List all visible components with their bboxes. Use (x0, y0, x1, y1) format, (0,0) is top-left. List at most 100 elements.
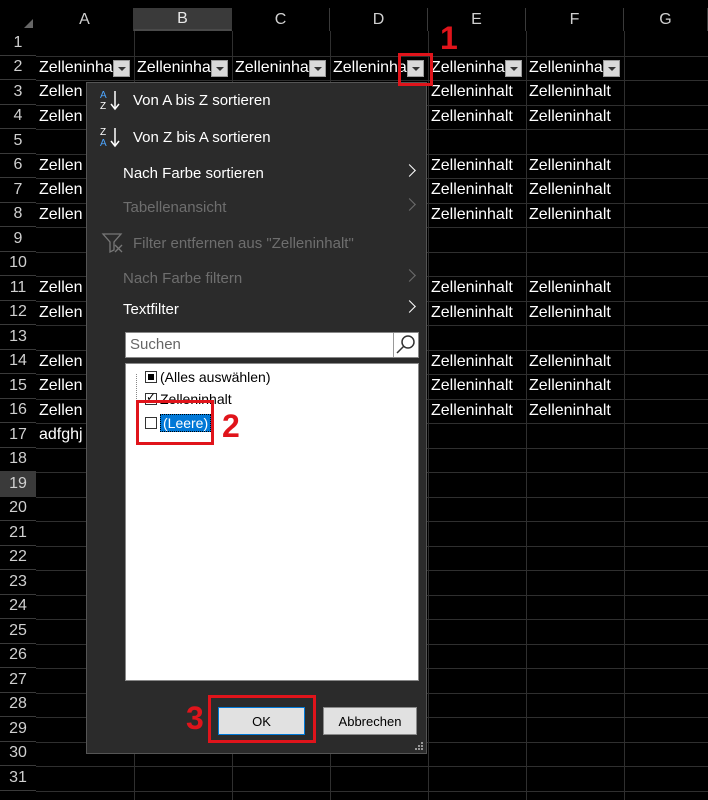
row-header-17[interactable]: 17 (0, 423, 36, 448)
cell-a7[interactable]: Zellen (36, 178, 86, 202)
cell-a6[interactable]: Zellen (36, 154, 86, 178)
column-header-g[interactable]: G (624, 8, 708, 31)
cell-f16[interactable]: Zelleninhalt (526, 399, 624, 423)
menu-sort-za-label: Von Z bis A sortieren (133, 128, 271, 146)
header-cell-d[interactable]: Zelleninhalt (330, 56, 408, 80)
row-header-6[interactable]: 6 (0, 154, 36, 178)
column-header-b[interactable]: B (134, 8, 232, 31)
row-header-8[interactable]: 8 (0, 203, 36, 227)
cancel-button[interactable]: Abbrechen (323, 707, 417, 735)
row-header-9[interactable]: 9 (0, 227, 36, 252)
list-item-select-all[interactable]: (Alles auswählen) (145, 366, 271, 388)
column-header-c[interactable]: C (232, 8, 330, 31)
row-header-2[interactable]: 2 (0, 56, 36, 80)
cell-a11[interactable]: Zellen (36, 276, 86, 300)
cell-a4[interactable]: Zellen (36, 105, 86, 129)
row-header-30[interactable]: 30 (0, 742, 36, 766)
menu-table-view: Tabellenansicht (87, 190, 426, 224)
row-header-24[interactable]: 24 (0, 595, 36, 619)
cell-a3[interactable]: Zellen (36, 80, 86, 104)
search-icon[interactable] (393, 333, 418, 357)
menu-sort-az[interactable]: A Z Von A bis Z sortieren (87, 83, 426, 117)
cell-a16[interactable]: Zellen (36, 399, 86, 423)
row-header-27[interactable]: 27 (0, 668, 36, 693)
header-cell-a[interactable]: Zelleninhalt (36, 56, 114, 80)
menu-text-filter[interactable]: Textfilter (87, 292, 426, 326)
annotation-box-3 (208, 695, 316, 743)
menu-filter-by-color: Nach Farbe filtern (87, 261, 426, 295)
header-cell-b[interactable]: Zelleninhalt (134, 56, 212, 80)
sort-az-icon: A Z (100, 90, 120, 112)
filter-dropdown-button-b[interactable] (211, 59, 228, 77)
cell-f8[interactable]: Zelleninhalt (526, 203, 624, 227)
filter-dropdown-button-e[interactable] (505, 59, 522, 77)
filter-dropdown-button-c[interactable] (309, 59, 326, 77)
row-header-11[interactable]: 11 (0, 276, 36, 301)
select-all-corner[interactable] (0, 8, 37, 31)
cell-f4[interactable]: Zelleninhalt (526, 105, 624, 129)
row-header-21[interactable]: 21 (0, 521, 36, 546)
cell-e6[interactable]: Zelleninhalt (428, 154, 526, 178)
row-header-22[interactable]: 22 (0, 546, 36, 570)
cell-e14[interactable]: Zelleninhalt (428, 350, 526, 374)
row-header-18[interactable]: 18 (0, 448, 36, 472)
cell-e7[interactable]: Zelleninhalt (428, 178, 526, 202)
row-header-29[interactable]: 29 (0, 717, 36, 742)
svg-text:A: A (100, 90, 107, 101)
row-header-13[interactable]: 13 (0, 325, 36, 350)
cell-a8[interactable]: Zellen (36, 203, 86, 227)
column-header-a[interactable]: A (36, 8, 134, 31)
grid-line (36, 790, 708, 792)
cell-a12[interactable]: Zellen (36, 301, 86, 325)
row-header-10[interactable]: 10 (0, 252, 36, 276)
column-header-d[interactable]: D (330, 8, 428, 31)
cell-e4[interactable]: Zelleninhalt (428, 105, 526, 129)
cell-f15[interactable]: Zelleninhalt (526, 374, 624, 398)
header-cell-e[interactable]: Zelleninhalt (428, 56, 506, 80)
cell-a14[interactable]: Zellen (36, 350, 86, 374)
column-header-f[interactable]: F (526, 8, 624, 31)
row-header-4[interactable]: 4 (0, 105, 36, 129)
row-header-15[interactable]: 15 (0, 374, 36, 399)
row-header-16[interactable]: 16 (0, 399, 36, 423)
cell-f14[interactable]: Zelleninhalt (526, 350, 624, 374)
resize-grip-icon[interactable] (414, 741, 424, 751)
cell-e11[interactable]: Zelleninhalt (428, 276, 526, 300)
cell-a15[interactable]: Zellen (36, 374, 86, 398)
row-header-23[interactable]: 23 (0, 570, 36, 595)
cell-f11[interactable]: Zelleninhalt (526, 276, 624, 300)
cell-f3[interactable]: Zelleninhalt (526, 80, 624, 104)
row-header-25[interactable]: 25 (0, 619, 36, 644)
row-header-26[interactable]: 26 (0, 644, 36, 668)
row-header-1[interactable]: 1 (0, 31, 36, 56)
row-header-3[interactable]: 3 (0, 80, 36, 105)
cell-f7[interactable]: Zelleninhalt (526, 178, 624, 202)
row-header-19[interactable]: 19 (0, 472, 36, 497)
cell-e12[interactable]: Zelleninhalt (428, 301, 526, 325)
filter-dropdown-button-f[interactable] (603, 59, 620, 77)
header-cell-c[interactable]: Zelleninhalt (232, 56, 310, 80)
menu-sort-by-color[interactable]: Nach Farbe sortieren (87, 156, 426, 190)
cell-a17[interactable]: adfghj (36, 423, 86, 447)
header-cell-f[interactable]: Zelleninhalt (526, 56, 604, 80)
row-header-12[interactable]: 12 (0, 301, 36, 325)
row-header-7[interactable]: 7 (0, 178, 36, 203)
menu-clear-filter: Filter entfernen aus "Zelleninhalt" (87, 226, 426, 260)
filter-dropdown-button-a[interactable] (113, 59, 130, 77)
cell-e15[interactable]: Zelleninhalt (428, 374, 526, 398)
row-header-31[interactable]: 31 (0, 766, 36, 791)
row-header-14[interactable]: 14 (0, 350, 36, 374)
checkbox-select-all[interactable] (145, 371, 157, 383)
row-header-28[interactable]: 28 (0, 693, 36, 717)
cell-e8[interactable]: Zelleninhalt (428, 203, 526, 227)
row-header-20[interactable]: 20 (0, 497, 36, 521)
row-header-5[interactable]: 5 (0, 129, 36, 154)
annotation-number-1: 1 (440, 20, 458, 56)
menu-sort-za[interactable]: Z A Von Z bis A sortieren (87, 120, 426, 154)
list-item-label: (Alles auswählen) (160, 369, 271, 385)
cell-e16[interactable]: Zelleninhalt (428, 399, 526, 423)
cell-e3[interactable]: Zelleninhalt (428, 80, 526, 104)
search-input[interactable]: Suchen (125, 332, 419, 358)
cell-f12[interactable]: Zelleninhalt (526, 301, 624, 325)
cell-f6[interactable]: Zelleninhalt (526, 154, 624, 178)
